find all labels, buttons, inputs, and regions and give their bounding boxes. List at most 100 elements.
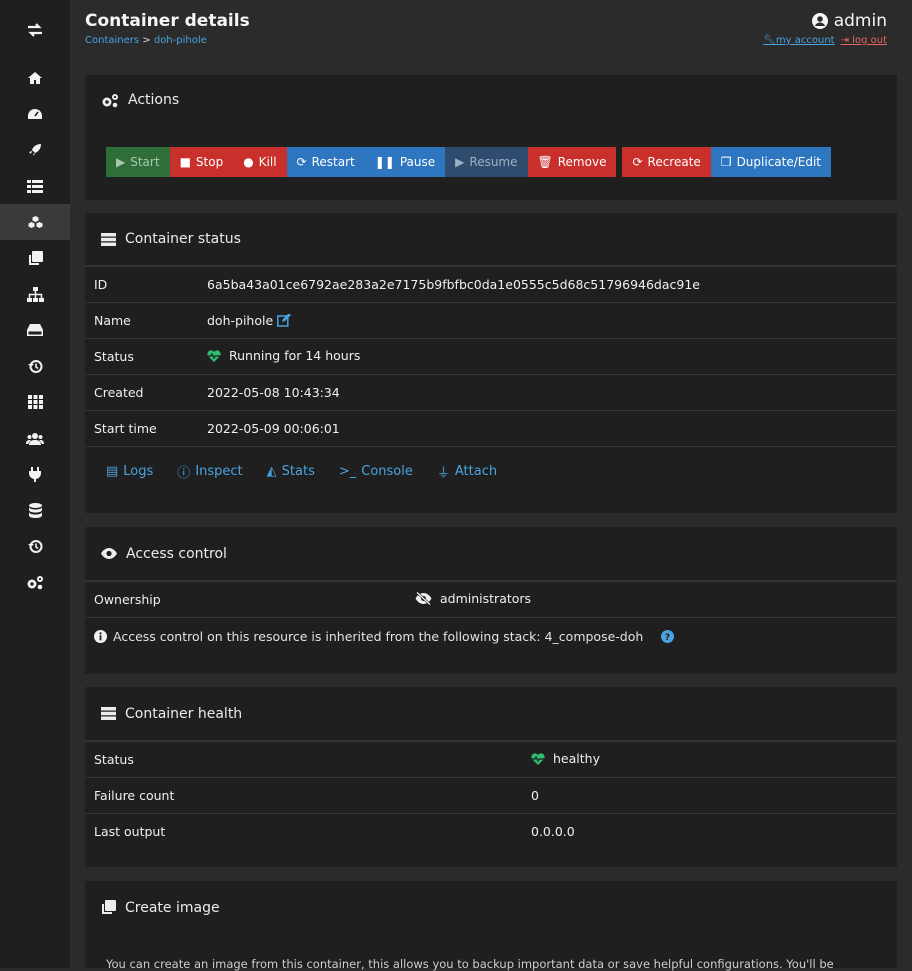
table-row: Status Running for 14 hours — [85, 338, 897, 375]
create-image-title: Create image — [125, 899, 220, 916]
table-row: Status healthy — [85, 741, 897, 778]
sign-out-icon: ⇥ — [840, 35, 849, 46]
table-row: Created 2022-05-08 10:43:34 — [85, 374, 897, 411]
sidebar-item-volumes[interactable] — [0, 312, 70, 348]
inspect-link[interactable]: ⓘ Inspect — [177, 462, 242, 481]
dashboard-icon — [28, 109, 42, 119]
area-chart-icon: ◭ — [266, 463, 277, 479]
play-icon: ▶ — [455, 155, 465, 169]
list-icon — [27, 179, 43, 193]
row-label: Created — [85, 374, 198, 411]
copy-icon: ❐ — [720, 155, 732, 169]
svg-text:?: ? — [665, 633, 670, 643]
plug-icon: ⏚ — [436, 465, 450, 481]
eye-icon — [101, 548, 117, 559]
trash-icon: 🗑︎ — [537, 155, 553, 169]
database-icon — [28, 502, 42, 518]
breadcrumb: Containers > doh-pihole — [85, 35, 207, 46]
file-icon: ▤ — [106, 463, 119, 479]
sidebar-item-images[interactable] — [0, 240, 70, 276]
sidebar-item-home[interactable] — [0, 60, 70, 96]
created-date: 2022-05-08 10:43:34 — [198, 374, 897, 411]
row-label: Name — [85, 302, 198, 339]
container-health-panel: Container health Status healthy Failure … — [85, 687, 897, 867]
start-button[interactable]: ▶ Start — [106, 147, 170, 177]
sidebar-item-events[interactable] — [0, 348, 70, 384]
remove-button[interactable]: 🗑︎ Remove — [527, 147, 617, 177]
restart-button[interactable]: ⟳ Restart — [286, 147, 365, 177]
username: admin — [833, 11, 887, 31]
sidebar-toggle-button[interactable] — [0, 12, 70, 48]
ownership-value: administrators — [440, 591, 532, 606]
row-label: ID — [85, 266, 198, 303]
access-control-panel: Access control Ownership administrators … — [85, 527, 897, 674]
sidebar-item-containers[interactable] — [0, 204, 70, 240]
clone-icon — [28, 250, 43, 265]
recreate-button[interactable]: ⟳ Recreate — [622, 147, 711, 177]
row-label: Ownership — [85, 581, 406, 617]
sidebar-item-app-templates[interactable] — [0, 132, 70, 168]
sidebar-item-auth-logs[interactable] — [0, 528, 70, 564]
start-time: 2022-05-09 00:06:01 — [198, 410, 897, 446]
resume-button[interactable]: ▶ Resume — [445, 147, 528, 177]
actions-panel: Actions ▶ Start ■ Stop ● Kill ⟳ Restart ❚❚ Pa… — [85, 75, 897, 200]
duplicate-edit-button[interactable]: ❐ Duplicate/Edit — [710, 147, 832, 177]
container-health-table: Status healthy Failure count 0 Last outp… — [85, 741, 897, 849]
breadcrumb-containers-link[interactable]: Containers — [85, 35, 139, 46]
user-circle-icon — [811, 13, 828, 29]
wrench-icon: 🔧︎ — [763, 35, 776, 46]
attach-link[interactable]: ⏚ Attach — [437, 462, 497, 481]
container-status-panel: Container status ID 6a5ba43a01ce6792ae28… — [85, 213, 897, 513]
server-icon — [101, 232, 116, 246]
sidebar-item-dashboard[interactable] — [0, 96, 70, 132]
stats-link[interactable]: ◭ Stats — [267, 464, 315, 479]
users-icon — [26, 432, 44, 445]
failure-count: 0 — [522, 777, 897, 814]
pause-button[interactable]: ❚❚ Pause — [364, 147, 446, 177]
table-row: Last output 0.0.0.0 — [85, 813, 897, 849]
sidebar-item-users[interactable] — [0, 420, 70, 456]
stop-icon: ■ — [179, 155, 191, 169]
container-status-title: Container status — [125, 231, 241, 247]
sidebar-item-networks[interactable] — [0, 276, 70, 312]
health-status: healthy — [553, 751, 600, 767]
table-row: Ownership administrators — [85, 581, 897, 617]
table-row: Start time 2022-05-09 00:06:01 — [85, 410, 897, 446]
actions-title: Actions — [128, 92, 180, 108]
sidebar-item-settings[interactable] — [0, 564, 70, 600]
user-box: admin 🔧︎my account ⇥ log out — [763, 11, 887, 46]
sidebar-item-host[interactable] — [0, 384, 70, 420]
container-status-table: ID 6a5ba43a01ce6792ae283a2e7175b9fbfbc0d… — [85, 266, 897, 446]
history-icon — [27, 359, 42, 373]
container-name: doh-pihole — [207, 313, 274, 328]
my-account-link[interactable]: 🔧︎my account — [763, 35, 834, 46]
stop-button[interactable]: ■ Stop — [169, 147, 234, 177]
question-circle-icon[interactable]: ? — [661, 629, 675, 643]
container-id: 6a5ba43a01ce6792ae283a2e7175b9fbfbc0da1e… — [198, 266, 897, 303]
last-output: 0.0.0.0 — [522, 813, 897, 849]
log-out-link[interactable]: ⇥ log out — [841, 35, 887, 46]
grid-icon — [27, 395, 43, 409]
heartbeat-icon — [531, 753, 545, 765]
sidebar-item-endpoints[interactable] — [0, 456, 70, 492]
cubes-icon — [28, 216, 42, 228]
refresh-icon: ⟳ — [296, 155, 307, 169]
sidebar-item-registries[interactable] — [0, 492, 70, 528]
console-link[interactable]: >_ Console — [339, 464, 413, 479]
rocket-icon — [29, 144, 41, 156]
table-row: ID 6a5ba43a01ce6792ae283a2e7175b9fbfbc0d… — [85, 266, 897, 303]
access-control-table: Ownership administrators — [85, 581, 897, 617]
edit-icon[interactable] — [277, 314, 292, 327]
row-label: Last output — [85, 813, 522, 849]
home-icon — [28, 72, 42, 84]
eye-slash-icon — [415, 592, 432, 605]
table-row: Name doh-pihole — [85, 302, 897, 339]
clone-icon — [102, 900, 116, 914]
pause-icon: ❚❚ — [374, 155, 395, 169]
plug-icon — [29, 466, 41, 482]
breadcrumb-current[interactable]: doh-pihole — [154, 35, 207, 46]
sidebar-item-stacks[interactable] — [0, 168, 70, 204]
kill-button[interactable]: ● Kill — [233, 147, 287, 177]
exchange-icon — [28, 23, 42, 37]
logs-link[interactable]: ▤ Logs — [106, 464, 153, 479]
